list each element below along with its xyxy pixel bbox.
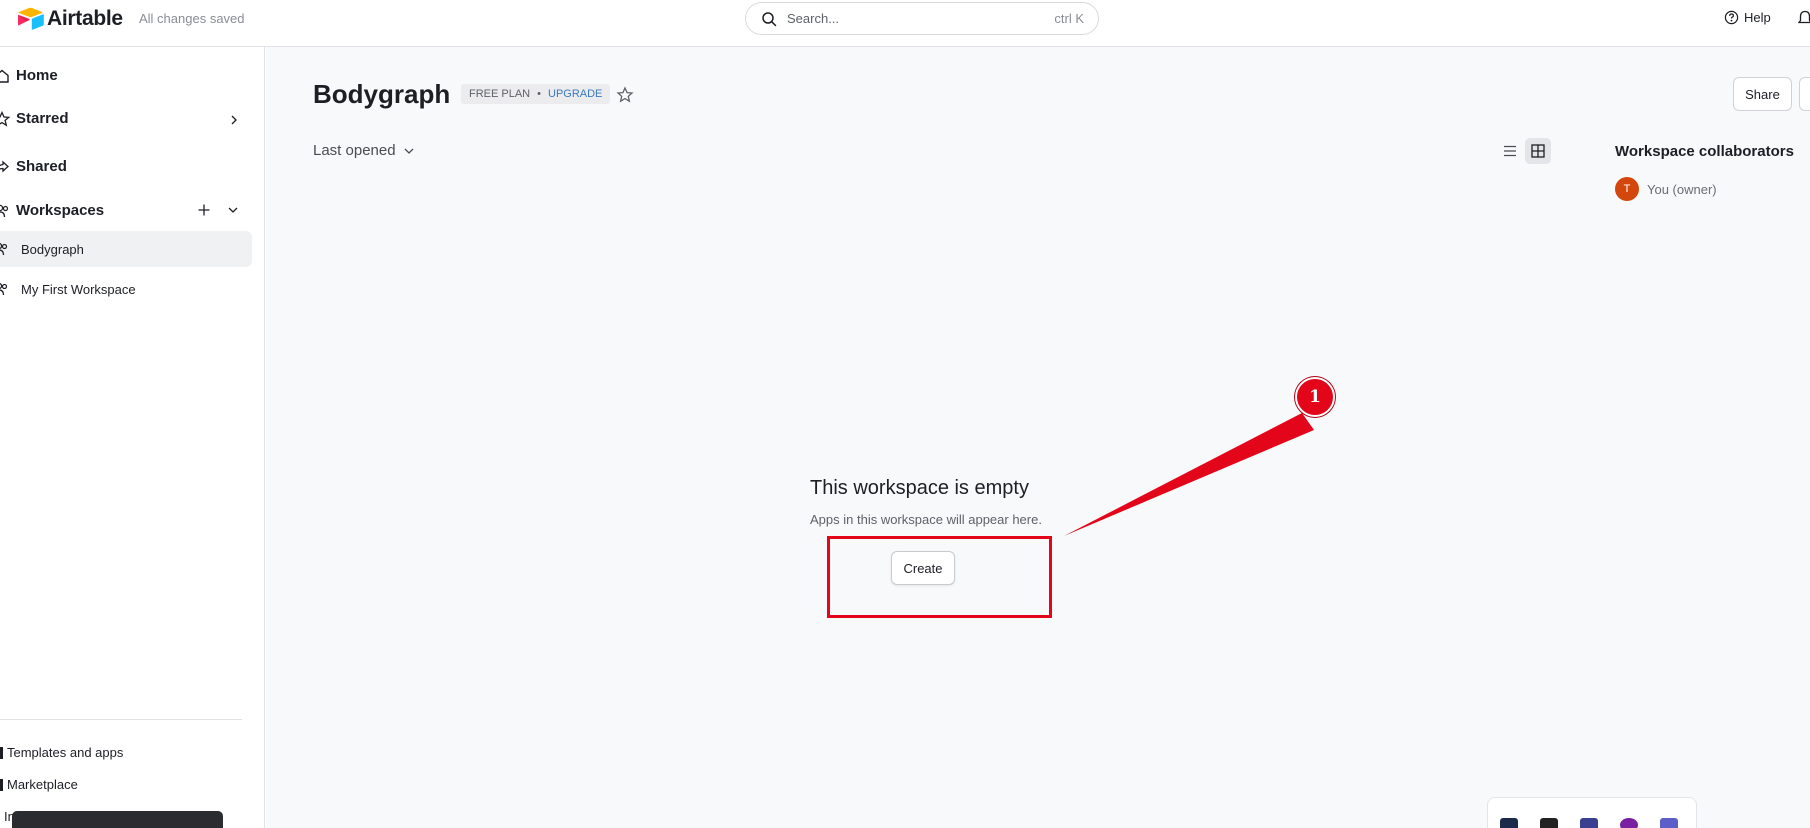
chevron-down-icon — [404, 148, 414, 154]
templates-icon — [0, 746, 3, 759]
annotation-highlight-box — [827, 536, 1052, 618]
sort-label: Last opened — [313, 142, 396, 159]
list-icon — [1504, 145, 1516, 157]
collaborators-title: Workspace collaborators — [1615, 143, 1794, 160]
help-button[interactable]: Help — [1724, 10, 1771, 25]
more-button[interactable] — [1799, 77, 1810, 111]
workspace-title: Bodygraph — [313, 79, 451, 109]
dock-app-icon[interactable] — [1540, 818, 1558, 828]
favorite-star-icon[interactable] — [616, 86, 634, 104]
upgrade-link[interactable]: UPGRADE — [548, 88, 602, 100]
notification-bell-icon[interactable] — [1798, 10, 1810, 26]
sidebar-item-starred[interactable]: Starred — [0, 110, 69, 127]
collaborator-label: You (owner) — [1647, 181, 1717, 197]
grid-icon — [1531, 144, 1545, 158]
create-panel-tab[interactable] — [12, 811, 223, 828]
people-icon — [0, 242, 8, 256]
share-arrow-icon — [0, 160, 9, 172]
sidebar-item-label: Home — [16, 67, 58, 84]
people-icon — [0, 204, 9, 217]
sort-dropdown[interactable]: Last opened — [313, 142, 415, 159]
marketplace-icon — [0, 778, 3, 791]
workspace-item-my-first-workspace[interactable]: My First Workspace — [0, 271, 252, 307]
avatar: T — [1615, 177, 1639, 201]
sidebar-item-label: Workspaces — [16, 202, 105, 219]
sidebar-item-label: Starred — [16, 110, 69, 127]
airtable-logo-icon — [18, 7, 44, 30]
workspace-item-label: Bodygraph — [21, 241, 84, 257]
search-input[interactable] — [787, 11, 1055, 26]
bottom-link-label: Marketplace — [7, 777, 78, 792]
save-status: All changes saved — [139, 11, 245, 26]
sidebar: Home Starred Shared Workspaces Bodygraph… — [0, 47, 265, 828]
dock-app-icon[interactable] — [1500, 818, 1518, 828]
sidebar-divider — [0, 719, 242, 720]
annotation-arrow — [1064, 413, 1314, 536]
people-icon — [0, 282, 8, 296]
search-icon — [762, 11, 777, 26]
plan-badge: FREE PLAN • UPGRADE — [461, 84, 611, 104]
main-content: Bodygraph FREE PLAN • UPGRADE Last opene… — [266, 47, 1810, 828]
search-box[interactable]: ctrl K — [745, 2, 1099, 35]
app-dock — [1487, 797, 1697, 828]
home-icon — [0, 69, 9, 83]
marketplace-link[interactable]: Marketplace — [0, 777, 78, 792]
workspace-item-bodygraph[interactable]: Bodygraph — [0, 231, 252, 267]
plan-separator: • — [537, 88, 541, 100]
sidebar-item-home[interactable]: Home — [0, 67, 58, 84]
annotation-number-badge: 1 — [1295, 377, 1335, 417]
search-shortcut: ctrl K — [1054, 11, 1084, 26]
sidebar-item-workspaces[interactable]: Workspaces — [0, 202, 104, 219]
help-icon — [1724, 10, 1739, 25]
bottom-link-label: Templates and apps — [7, 745, 124, 760]
dock-app-icon[interactable] — [1660, 818, 1678, 828]
plan-label: FREE PLAN — [469, 88, 531, 100]
empty-state-title: This workspace is empty — [810, 477, 1029, 499]
chevron-down-icon[interactable] — [227, 204, 239, 216]
app-name: Airtable — [47, 6, 123, 30]
star-icon — [0, 110, 10, 127]
share-button[interactable]: Share — [1733, 77, 1792, 111]
sidebar-item-label: Shared — [16, 158, 67, 175]
airtable-logo[interactable]: Airtable — [16, 6, 123, 31]
plus-icon[interactable] — [197, 203, 211, 217]
dock-app-icon[interactable] — [1620, 818, 1638, 828]
dock-app-icon[interactable] — [1580, 818, 1598, 828]
help-label: Help — [1744, 10, 1771, 25]
grid-view-button[interactable] — [1525, 138, 1551, 164]
sidebar-item-shared[interactable]: Shared — [0, 158, 67, 175]
list-view-button[interactable] — [1499, 140, 1521, 162]
chevron-right-icon[interactable] — [228, 114, 240, 126]
templates-and-apps-link[interactable]: Templates and apps — [0, 745, 123, 760]
empty-state-subtitle: Apps in this workspace will appear here. — [810, 512, 1042, 527]
workspace-item-label: My First Workspace — [21, 281, 136, 297]
top-bar: Airtable All changes saved ctrl K Help — [0, 0, 1810, 47]
collaborator-item[interactable]: T You (owner) — [1615, 177, 1717, 201]
